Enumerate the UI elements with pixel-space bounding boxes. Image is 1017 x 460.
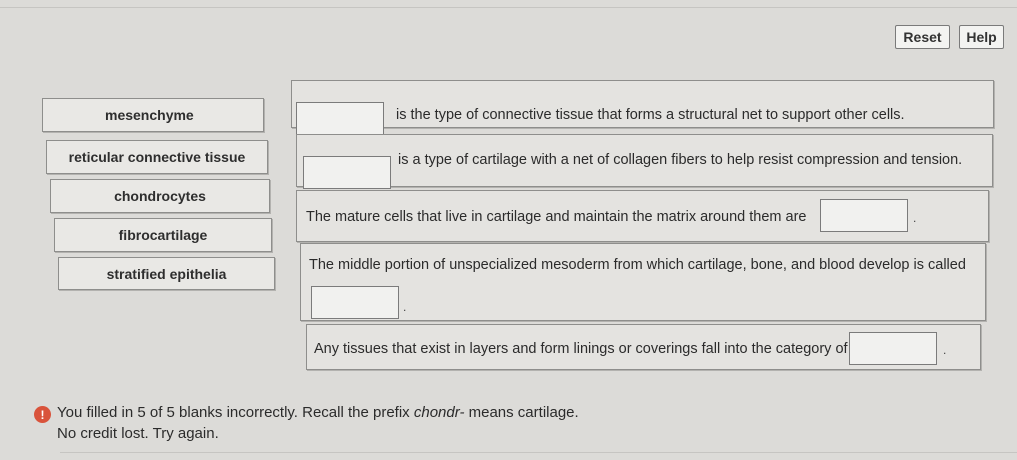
term-chondrocytes[interactable]: chondrocytes bbox=[50, 179, 270, 213]
help-button[interactable]: Help bbox=[959, 25, 1004, 49]
question-3: The mature cells that live in cartilage … bbox=[296, 190, 989, 242]
question-2-text: is a type of cartilage with a net of col… bbox=[398, 152, 963, 168]
question-4: The middle portion of unspecialized meso… bbox=[300, 243, 986, 321]
feedback-prefix: You filled in 5 of 5 blanks incorrectly.… bbox=[57, 404, 414, 421]
feedback-suffix: means cartilage. bbox=[464, 404, 579, 421]
feedback-prefix-term: chondr- bbox=[413, 404, 465, 421]
question-1: is the type of connective tissue that fo… bbox=[291, 80, 994, 135]
question-4-period: . bbox=[403, 300, 407, 314]
alert-icon: ! bbox=[34, 406, 51, 423]
answer-blank-5[interactable] bbox=[849, 332, 937, 365]
answer-blank-2[interactable] bbox=[303, 156, 391, 189]
feedback-line-1: You filled in 5 of 5 blanks incorrectly.… bbox=[57, 404, 579, 421]
feedback-line-2: No credit lost. Try again. bbox=[57, 425, 219, 442]
answer-blank-1[interactable] bbox=[296, 102, 384, 135]
question-5-text: Any tissues that exist in layers and for… bbox=[314, 341, 848, 357]
question-4-text: The middle portion of unspecialized meso… bbox=[309, 257, 966, 273]
term-stratified-epithelia[interactable]: stratified epithelia bbox=[58, 257, 275, 290]
top-divider bbox=[0, 7, 1017, 8]
term-fibrocartilage[interactable]: fibrocartilage bbox=[54, 218, 272, 252]
question-5: Any tissues that exist in layers and for… bbox=[306, 324, 981, 370]
question-2: is a type of cartilage with a net of col… bbox=[296, 134, 993, 189]
question-5-period: . bbox=[943, 343, 947, 357]
bottom-divider bbox=[60, 452, 1017, 453]
answer-blank-4[interactable] bbox=[311, 286, 399, 319]
question-1-text: is the type of connective tissue that fo… bbox=[396, 107, 905, 123]
term-reticular-connective-tissue[interactable]: reticular connective tissue bbox=[46, 140, 268, 174]
question-3-text: The mature cells that live in cartilage … bbox=[306, 209, 807, 225]
question-3-period: . bbox=[913, 211, 917, 225]
reset-button[interactable]: Reset bbox=[895, 25, 950, 49]
term-mesenchyme[interactable]: mesenchyme bbox=[42, 98, 264, 132]
answer-blank-3[interactable] bbox=[820, 199, 908, 232]
feedback-message: ! You filled in 5 of 5 blanks incorrectl… bbox=[34, 404, 579, 442]
